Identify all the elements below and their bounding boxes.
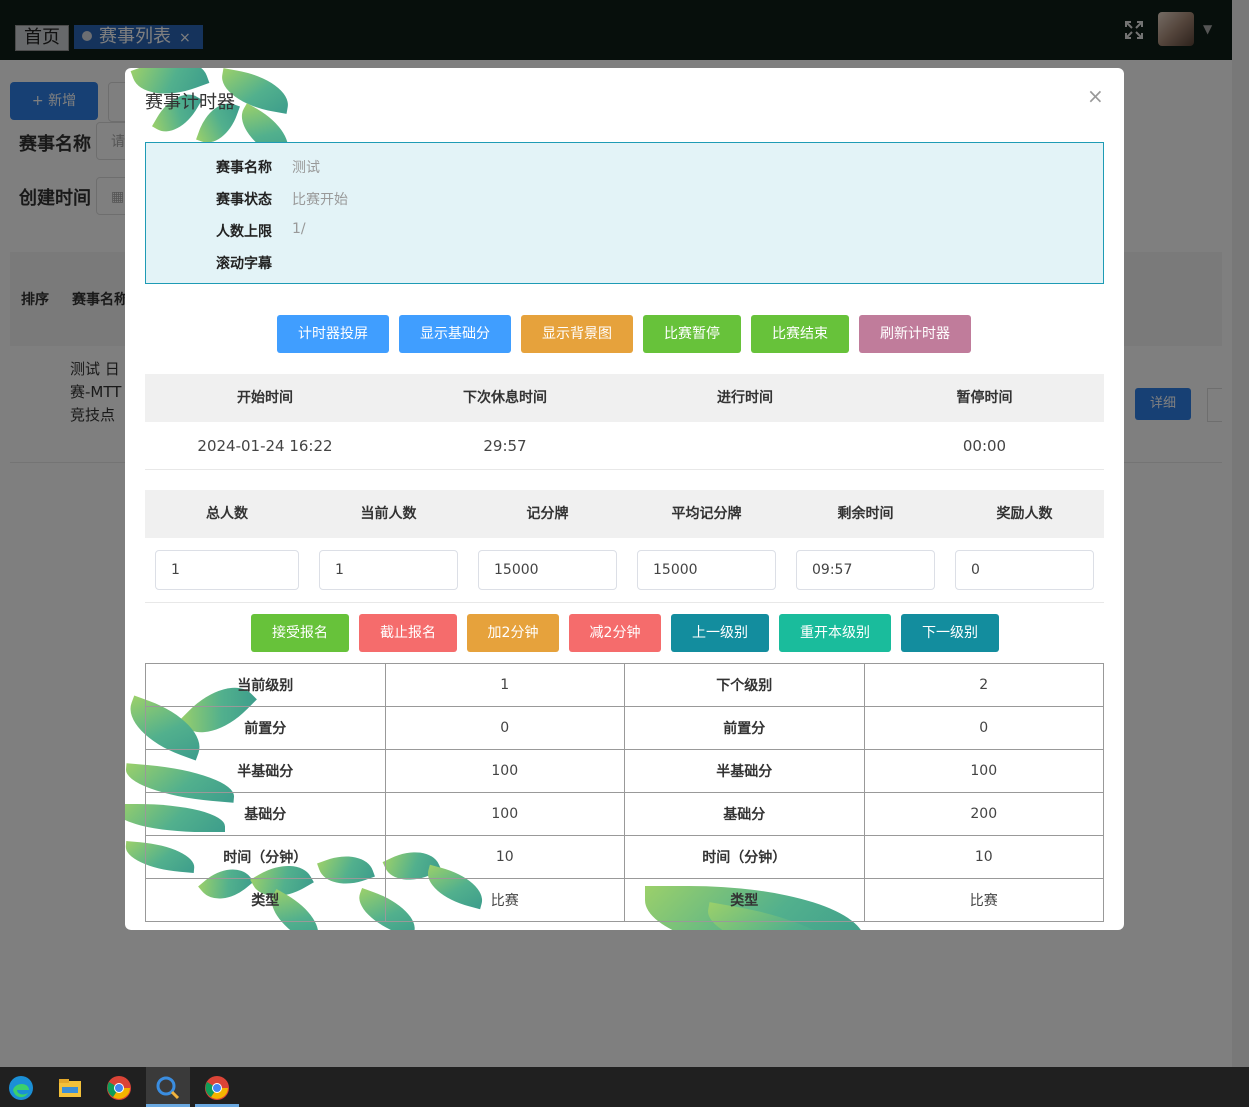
next-big-blind-label: 基础分 <box>624 792 865 836</box>
table-row: 半基础分 100 半基础分 100 <box>145 749 1104 793</box>
timer-modal: 赛事计时器 × 赛事名称 测试 赛事状态 比赛开始 人数上限 1/ 滚动字幕 计… <box>125 68 1124 930</box>
restart-level-button[interactable]: 重开本级别 <box>779 614 891 652</box>
add-2min-button[interactable]: 加2分钟 <box>467 614 559 652</box>
table-row: 前置分 0 前置分 0 <box>145 706 1104 750</box>
ante-label: 前置分 <box>145 706 386 750</box>
current-players-header: 当前人数 <box>360 506 417 522</box>
previous-level-button[interactable]: 上一级别 <box>671 614 769 652</box>
stats-header: 总人数 当前人数 记分牌 平均记分牌 剩余时间 奖励人数 <box>145 490 1104 538</box>
next-level-value: 2 <box>863 663 1104 707</box>
current-level-value: 1 <box>384 663 625 707</box>
modal-title: 赛事计时器 <box>145 92 235 113</box>
next-break-header: 下次休息时间 <box>463 390 547 406</box>
subtract-2min-button[interactable]: 减2分钟 <box>569 614 661 652</box>
accept-registration-button[interactable]: 接受报名 <box>251 614 349 652</box>
divider <box>145 602 1104 603</box>
prize-players-header: 奖励人数 <box>996 506 1053 522</box>
next-ante-label: 前置分 <box>624 706 865 750</box>
table-row: 基础分 100 基础分 200 <box>145 792 1104 836</box>
next-level-button[interactable]: 下一级别 <box>901 614 999 652</box>
chrome-icon[interactable] <box>106 1075 132 1101</box>
refresh-timer-button[interactable]: 刷新计时器 <box>859 315 971 353</box>
paused-time-value: 00:00 <box>962 437 1007 455</box>
projection-button[interactable]: 计时器投屏 <box>277 315 389 353</box>
type-label: 类型 <box>145 878 386 922</box>
ante-value: 0 <box>384 706 625 750</box>
duration-value: 10 <box>384 835 625 879</box>
table-row: 当前级别 1 下个级别 2 <box>145 663 1104 707</box>
next-small-blind-value: 100 <box>863 749 1104 793</box>
close-registration-button[interactable]: 截止报名 <box>359 614 457 652</box>
total-players-header: 总人数 <box>206 506 248 522</box>
prize-players-input[interactable]: 0 <box>955 550 1094 590</box>
next-duration-value: 10 <box>863 835 1104 879</box>
table-row: 时间（分钟） 10 时间（分钟） 10 <box>145 835 1104 879</box>
start-time-value: 2024-01-24 16:22 <box>197 437 333 455</box>
end-match-button[interactable]: 比赛结束 <box>751 315 849 353</box>
file-explorer-icon[interactable] <box>57 1075 83 1101</box>
elapsed-time-header: 进行时间 <box>717 390 773 406</box>
next-ante-value: 0 <box>863 706 1104 750</box>
close-icon[interactable]: × <box>1087 84 1104 108</box>
next-type-value: 比赛 <box>863 878 1104 922</box>
marquee-label: 滚动字幕 <box>216 256 272 272</box>
big-blind-value: 100 <box>384 792 625 836</box>
next-break-value: 29:57 <box>483 437 527 455</box>
type-value: 比赛 <box>384 878 625 922</box>
small-blind-label: 半基础分 <box>145 749 386 793</box>
show-background-button[interactable]: 显示背景图 <box>521 315 633 353</box>
chip-count-header: 记分牌 <box>526 506 569 522</box>
start-time-header: 开始时间 <box>237 390 293 406</box>
next-type-label: 类型 <box>624 878 865 922</box>
taskbar <box>0 1067 1249 1107</box>
divider <box>145 469 1104 470</box>
table-row: 类型 比赛 类型 比赛 <box>145 878 1104 922</box>
chip-count-input[interactable]: 15000 <box>478 550 617 590</box>
average-chips-input[interactable]: 15000 <box>637 550 776 590</box>
next-big-blind-value: 200 <box>863 792 1104 836</box>
level-table: 当前级别 1 下个级别 2 前置分 0 前置分 0 半基础分 100 半基础分 … <box>145 663 1104 922</box>
paused-time-header: 暂停时间 <box>956 390 1013 406</box>
remaining-time-header: 剩余时间 <box>837 506 894 522</box>
average-chips-header: 平均记分牌 <box>671 506 742 522</box>
player-limit-label: 人数上限 <box>216 224 272 240</box>
show-base-score-button[interactable]: 显示基础分 <box>399 315 511 353</box>
current-players-input[interactable]: 1 <box>319 550 458 590</box>
next-level-label: 下个级别 <box>624 663 865 707</box>
big-blind-label: 基础分 <box>145 792 386 836</box>
event-status-value: 比赛开始 <box>292 192 348 208</box>
event-name-value: 测试 <box>292 160 320 176</box>
next-small-blind-label: 半基础分 <box>624 749 865 793</box>
small-blind-value: 100 <box>384 749 625 793</box>
search-app-icon[interactable] <box>155 1075 181 1101</box>
chrome-icon[interactable] <box>204 1075 230 1101</box>
current-level-label: 当前级别 <box>145 663 386 707</box>
event-info-panel: 赛事名称 测试 赛事状态 比赛开始 人数上限 1/ 滚动字幕 <box>145 142 1104 284</box>
pause-match-button[interactable]: 比赛暂停 <box>643 315 741 353</box>
timing-header: 开始时间 下次休息时间 进行时间 暂停时间 <box>145 374 1104 422</box>
player-limit-value: 1/ <box>292 221 306 237</box>
remaining-time-input[interactable]: 09:57 <box>796 550 935 590</box>
event-name-label: 赛事名称 <box>216 160 272 176</box>
edge-icon[interactable] <box>8 1075 34 1101</box>
duration-label: 时间（分钟） <box>145 835 386 879</box>
next-duration-label: 时间（分钟） <box>624 835 865 879</box>
total-players-input[interactable]: 1 <box>155 550 299 590</box>
event-status-label: 赛事状态 <box>216 192 272 208</box>
